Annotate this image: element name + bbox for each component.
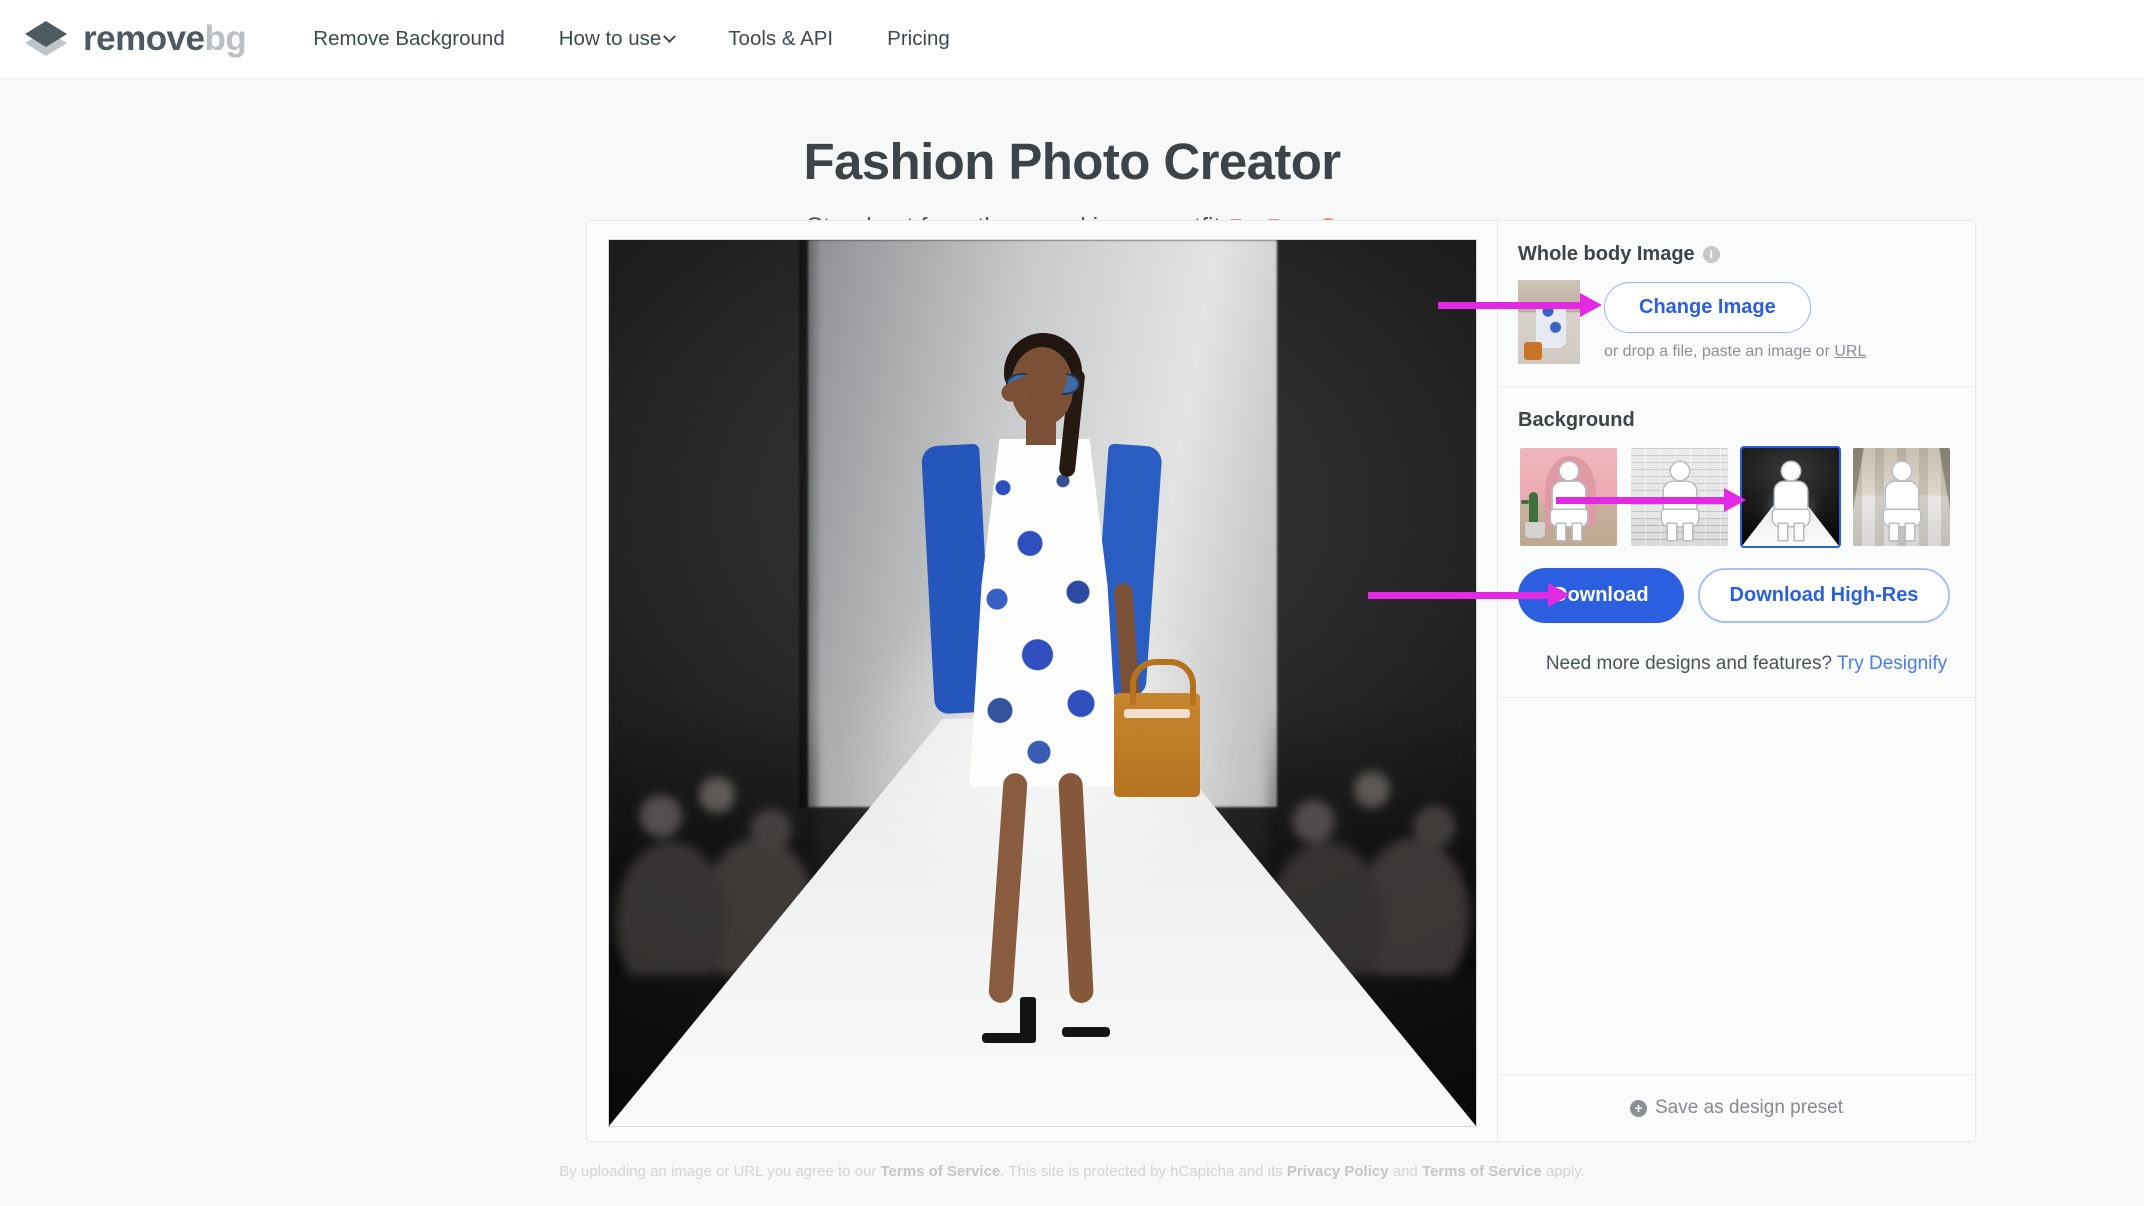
nav-link-label: Tools & API bbox=[728, 27, 834, 50]
nav-link-pricing[interactable]: Pricing bbox=[860, 27, 977, 51]
site-logo[interactable]: removebg bbox=[22, 17, 247, 61]
cutout-model-figure bbox=[878, 333, 1208, 1093]
designify-promo: Need more designs and features? Try Desi… bbox=[1518, 623, 1975, 675]
person-silhouette-icon bbox=[1881, 461, 1923, 540]
background-option-dark-runway[interactable] bbox=[1740, 446, 1841, 548]
panel-spacer bbox=[1498, 698, 1975, 1074]
upload-title-label: Whole body Image bbox=[1518, 243, 1695, 265]
upload-hint-url-link[interactable]: URL bbox=[1834, 343, 1866, 360]
annotation-arrow-background-option bbox=[1556, 488, 1746, 512]
annotation-arrow-download bbox=[1368, 583, 1570, 607]
logo-word-remove: remove bbox=[83, 19, 205, 58]
upload-hint-text: or drop a file, paste an image or bbox=[1604, 343, 1835, 360]
nav-link-remove-background[interactable]: Remove Background bbox=[286, 27, 531, 51]
plus-circle-icon: + bbox=[1629, 1099, 1647, 1117]
annotation-arrow-change-image bbox=[1438, 293, 1602, 317]
model-leg-right bbox=[1057, 772, 1094, 1004]
nav-link-label: How to use bbox=[558, 27, 662, 50]
source-image-thumbnail[interactable] bbox=[1518, 280, 1580, 364]
footnote-part-1: By uploading an image or URL you agree t… bbox=[559, 1163, 881, 1180]
top-navigation-bar: removebg Remove Background How to use To… bbox=[0, 0, 2144, 79]
background-title-label: Background bbox=[1518, 409, 1635, 431]
canvas-column bbox=[587, 221, 1497, 1141]
model-leg-left bbox=[987, 772, 1028, 1004]
footnote-part-4: apply. bbox=[1541, 1163, 1585, 1180]
nav-links: Remove Background How to use Tools & API… bbox=[286, 27, 977, 51]
result-image-preview[interactable] bbox=[608, 239, 1477, 1127]
change-image-button[interactable]: Change Image bbox=[1604, 282, 1811, 333]
nav-link-label: Remove Background bbox=[313, 27, 505, 50]
terms-of-service-link-2[interactable]: Terms of Service bbox=[1422, 1163, 1542, 1180]
upload-controls: Change Image or drop a file, paste an im… bbox=[1604, 280, 1866, 361]
model-heel-right bbox=[1058, 981, 1112, 1038]
layers-diamond-icon bbox=[22, 17, 70, 61]
hero-section: Fashion Photo Creator Stand out from the… bbox=[0, 79, 2144, 242]
logo-wordmark: removebg bbox=[83, 19, 247, 59]
chevron-down-icon bbox=[663, 29, 677, 43]
download-high-res-button[interactable]: Download High-Res bbox=[1697, 568, 1951, 623]
legal-footnote: By uploading an image or URL you agree t… bbox=[0, 1163, 2144, 1180]
background-section: Background Download Download High-Res Ne… bbox=[1498, 387, 1975, 698]
person-silhouette-icon bbox=[1770, 461, 1812, 540]
footnote-part-2: . This site is protected by hCaptcha and… bbox=[1000, 1163, 1287, 1180]
runway-scene bbox=[609, 240, 1476, 1126]
upload-hint: or drop a file, paste an image or URL bbox=[1604, 343, 1866, 361]
nav-link-label: Pricing bbox=[887, 27, 950, 50]
upload-section-title: Whole body Image i bbox=[1518, 243, 1975, 266]
privacy-policy-link[interactable]: Privacy Policy bbox=[1287, 1163, 1389, 1180]
model-handbag bbox=[1113, 659, 1200, 798]
nav-link-how-to-use[interactable]: How to use bbox=[532, 27, 702, 51]
page-title: Fashion Photo Creator bbox=[803, 133, 1341, 190]
save-preset-label: Save as design preset bbox=[1654, 1097, 1843, 1118]
nav-link-tools-api[interactable]: Tools & API bbox=[701, 27, 860, 51]
designify-promo-text: Need more designs and features? bbox=[1545, 653, 1837, 674]
info-icon[interactable]: i bbox=[1702, 246, 1720, 263]
editor-card: Whole body Image i Change Image or drop … bbox=[586, 220, 1976, 1142]
try-designify-link[interactable]: Try Designify bbox=[1837, 653, 1947, 674]
terms-of-service-link[interactable]: Terms of Service bbox=[881, 1163, 1001, 1180]
model-heel-left bbox=[978, 983, 1036, 1044]
logo-word-bg: bg bbox=[204, 19, 247, 58]
download-buttons-row: Download Download High-Res bbox=[1518, 568, 1975, 623]
background-section-title: Background bbox=[1518, 409, 1975, 432]
save-design-preset-button[interactable]: + Save as design preset bbox=[1498, 1074, 1975, 1141]
model-patterned-dress bbox=[969, 439, 1120, 788]
footnote-part-3: and bbox=[1388, 1163, 1422, 1180]
background-option-industrial-corridor[interactable] bbox=[1851, 446, 1952, 548]
settings-panel: Whole body Image i Change Image or drop … bbox=[1497, 221, 1975, 1141]
